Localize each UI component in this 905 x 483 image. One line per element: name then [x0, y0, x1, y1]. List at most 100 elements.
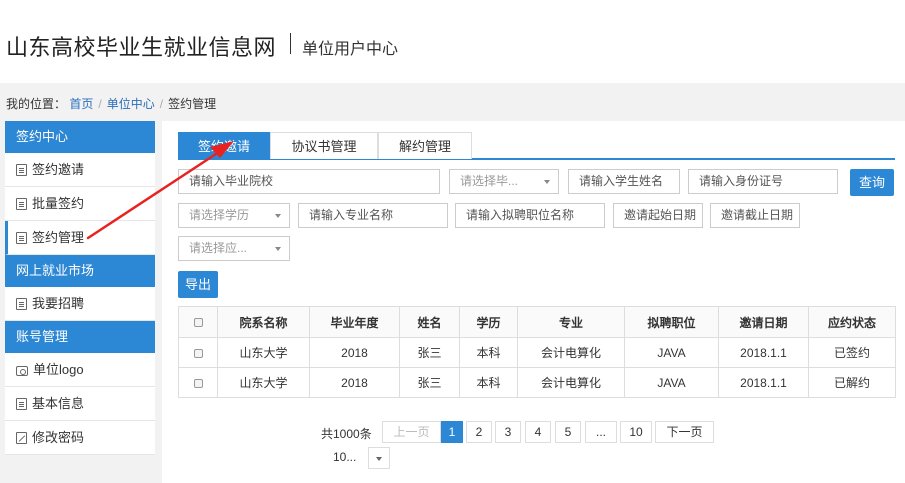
sidebar-item-label: 批量签约 [32, 196, 85, 211]
document-icon [16, 232, 27, 244]
table-cell: 2018.1.1 [718, 367, 809, 398]
table-cell: 本科 [459, 337, 518, 368]
sidebar-item-recruit[interactable]: 我要招聘 [5, 287, 155, 321]
table-cell: 已签约 [808, 337, 896, 368]
page-size-value: 10... [333, 450, 357, 464]
page-button-10[interactable]: 10 [620, 421, 652, 443]
breadcrumb-bar: 我的位置： 首页 / 单位中心 / 签约管理 [0, 83, 905, 121]
site-title: 山东高校毕业生就业信息网 [6, 35, 277, 60]
tab-sign-invite[interactable]: 签约邀请 [178, 132, 270, 159]
sidebar-item-label: 我要招聘 [32, 296, 85, 311]
select-all-checkbox[interactable] [193, 318, 203, 328]
tab-agreement-manage[interactable]: 协议书管理 [270, 132, 378, 159]
table-cell: 山东大学 [217, 337, 310, 368]
table-cell: 2018 [309, 367, 400, 398]
camera-icon [16, 366, 28, 376]
sidebar-item-change-password[interactable]: 修改密码 [5, 421, 155, 455]
chevron-down-icon [544, 180, 550, 184]
table-cell: 张三 [399, 367, 460, 398]
table-cell: 2018.1.1 [718, 337, 809, 368]
table-cell: 山东大学 [217, 367, 310, 398]
edit-icon [16, 432, 27, 444]
column-header: 姓名 [399, 306, 460, 338]
education-select[interactable]: 请选择学历 [178, 203, 290, 228]
select-all-cell [178, 306, 218, 338]
sidebar-section-account: 账号管理 [5, 321, 155, 353]
page-size-select[interactable]: 10... [328, 447, 390, 469]
sidebar-item-basic-info[interactable]: 基本信息 [5, 387, 155, 421]
graduation-year-select-value: 请选择毕... [460, 174, 519, 188]
prev-page-button[interactable]: 上一页 [382, 421, 441, 443]
center-title: 单位用户中心 [302, 41, 399, 58]
breadcrumb-separator: / [98, 97, 102, 111]
student-name-input[interactable]: 请输入学生姓名 [568, 169, 680, 194]
table-cell: 2018 [309, 337, 400, 368]
sidebar-item-label: 单位logo [33, 362, 84, 377]
tab-termination-manage[interactable]: 解约管理 [378, 132, 472, 159]
table-cell: 会计电算化 [517, 367, 625, 398]
page-button-3[interactable]: 3 [495, 421, 521, 443]
title-separator [290, 33, 291, 54]
chevron-down-icon [275, 214, 281, 218]
table-header-row: 院系名称 毕业年度 姓名 学历 专业 拟聘职位 邀请日期 应约状态 [178, 306, 896, 338]
table-cell: 已解约 [808, 367, 896, 398]
major-input[interactable]: 请输入专业名称 [298, 203, 448, 228]
breadcrumb-separator: / [159, 97, 164, 111]
row-checkbox[interactable] [193, 378, 203, 388]
breadcrumb-home-link[interactable]: 首页 [69, 97, 93, 111]
sign-table: 院系名称 毕业年度 姓名 学历 专业 拟聘职位 邀请日期 应约状态 山东大学 2… [178, 306, 896, 398]
page-button-1[interactable]: 1 [441, 421, 463, 443]
table-cell: 张三 [399, 337, 460, 368]
sidebar-item-label: 签约管理 [32, 230, 85, 245]
sidebar-item-batch-sign[interactable]: 批量签约 [5, 187, 155, 221]
row-select-cell [178, 367, 218, 398]
column-header: 毕业年度 [309, 306, 400, 338]
sidebar-item-label: 修改密码 [32, 430, 85, 445]
graduation-year-select[interactable]: 请选择毕... [449, 169, 559, 194]
column-header: 拟聘职位 [624, 306, 719, 338]
sidebar-item-sign-manage[interactable]: 签约管理 [5, 221, 155, 255]
sidebar-item-sign-invite[interactable]: 签约邀请 [5, 153, 155, 187]
site-header: 山东高校毕业生就业信息网 单位用户中心 [0, 0, 905, 83]
query-button[interactable]: 查询 [850, 169, 894, 196]
breadcrumb-current: 签约管理 [168, 97, 217, 111]
list-icon [16, 398, 27, 410]
chevron-down-icon [275, 247, 281, 251]
end-date-input[interactable]: 邀请截止日期 [710, 203, 800, 228]
page-button-2[interactable]: 2 [466, 421, 492, 443]
page-button-5[interactable]: 5 [555, 421, 581, 443]
total-count: 共1000条 [321, 427, 372, 441]
table-cell: JAVA [624, 367, 719, 398]
sidebar-section-sign-center: 签约中心 [5, 121, 155, 153]
sidebar-section-job-market: 网上就业市场 [5, 255, 155, 287]
column-header: 院系名称 [217, 306, 310, 338]
breadcrumb-label: 我的位置： [6, 97, 67, 111]
table-row: 山东大学 2018 张三 本科 会计电算化 JAVA 2018.1.1 已签约 [178, 337, 896, 368]
row-select-cell [178, 337, 218, 368]
sidebar-item-logo[interactable]: 单位logo [5, 353, 155, 387]
sidebar-item-label: 基本信息 [32, 396, 85, 411]
page-button-4[interactable]: 4 [525, 421, 551, 443]
school-input[interactable]: 请输入毕业院校 [178, 169, 440, 194]
id-number-input[interactable]: 请输入身份证号 [688, 169, 838, 194]
table-cell: 本科 [459, 367, 518, 398]
position-input[interactable]: 请输入拟聘职位名称 [455, 203, 605, 228]
column-header: 专业 [517, 306, 625, 338]
column-header: 应约状态 [808, 306, 896, 338]
table-cell: JAVA [624, 337, 719, 368]
breadcrumb-center-link[interactable]: 单位中心 [107, 97, 155, 111]
document-icon [16, 198, 27, 210]
chevron-down-icon[interactable] [368, 447, 390, 469]
table-row: 山东大学 2018 张三 本科 会计电算化 JAVA 2018.1.1 已解约 [178, 367, 896, 398]
column-header: 邀请日期 [718, 306, 809, 338]
export-button[interactable]: 导出 [178, 271, 218, 298]
document-icon [16, 164, 27, 176]
next-page-button[interactable]: 下一页 [655, 421, 714, 443]
start-date-input[interactable]: 邀请起始日期 [613, 203, 703, 228]
row-checkbox[interactable] [193, 348, 203, 358]
status-select-value: 请选择应... [189, 241, 248, 255]
education-select-value: 请选择学历 [189, 208, 250, 222]
status-select[interactable]: 请选择应... [178, 236, 290, 261]
page-ellipsis: ... [585, 421, 617, 443]
breadcrumb: 我的位置： 首页 / 单位中心 / 签约管理 [6, 95, 216, 112]
